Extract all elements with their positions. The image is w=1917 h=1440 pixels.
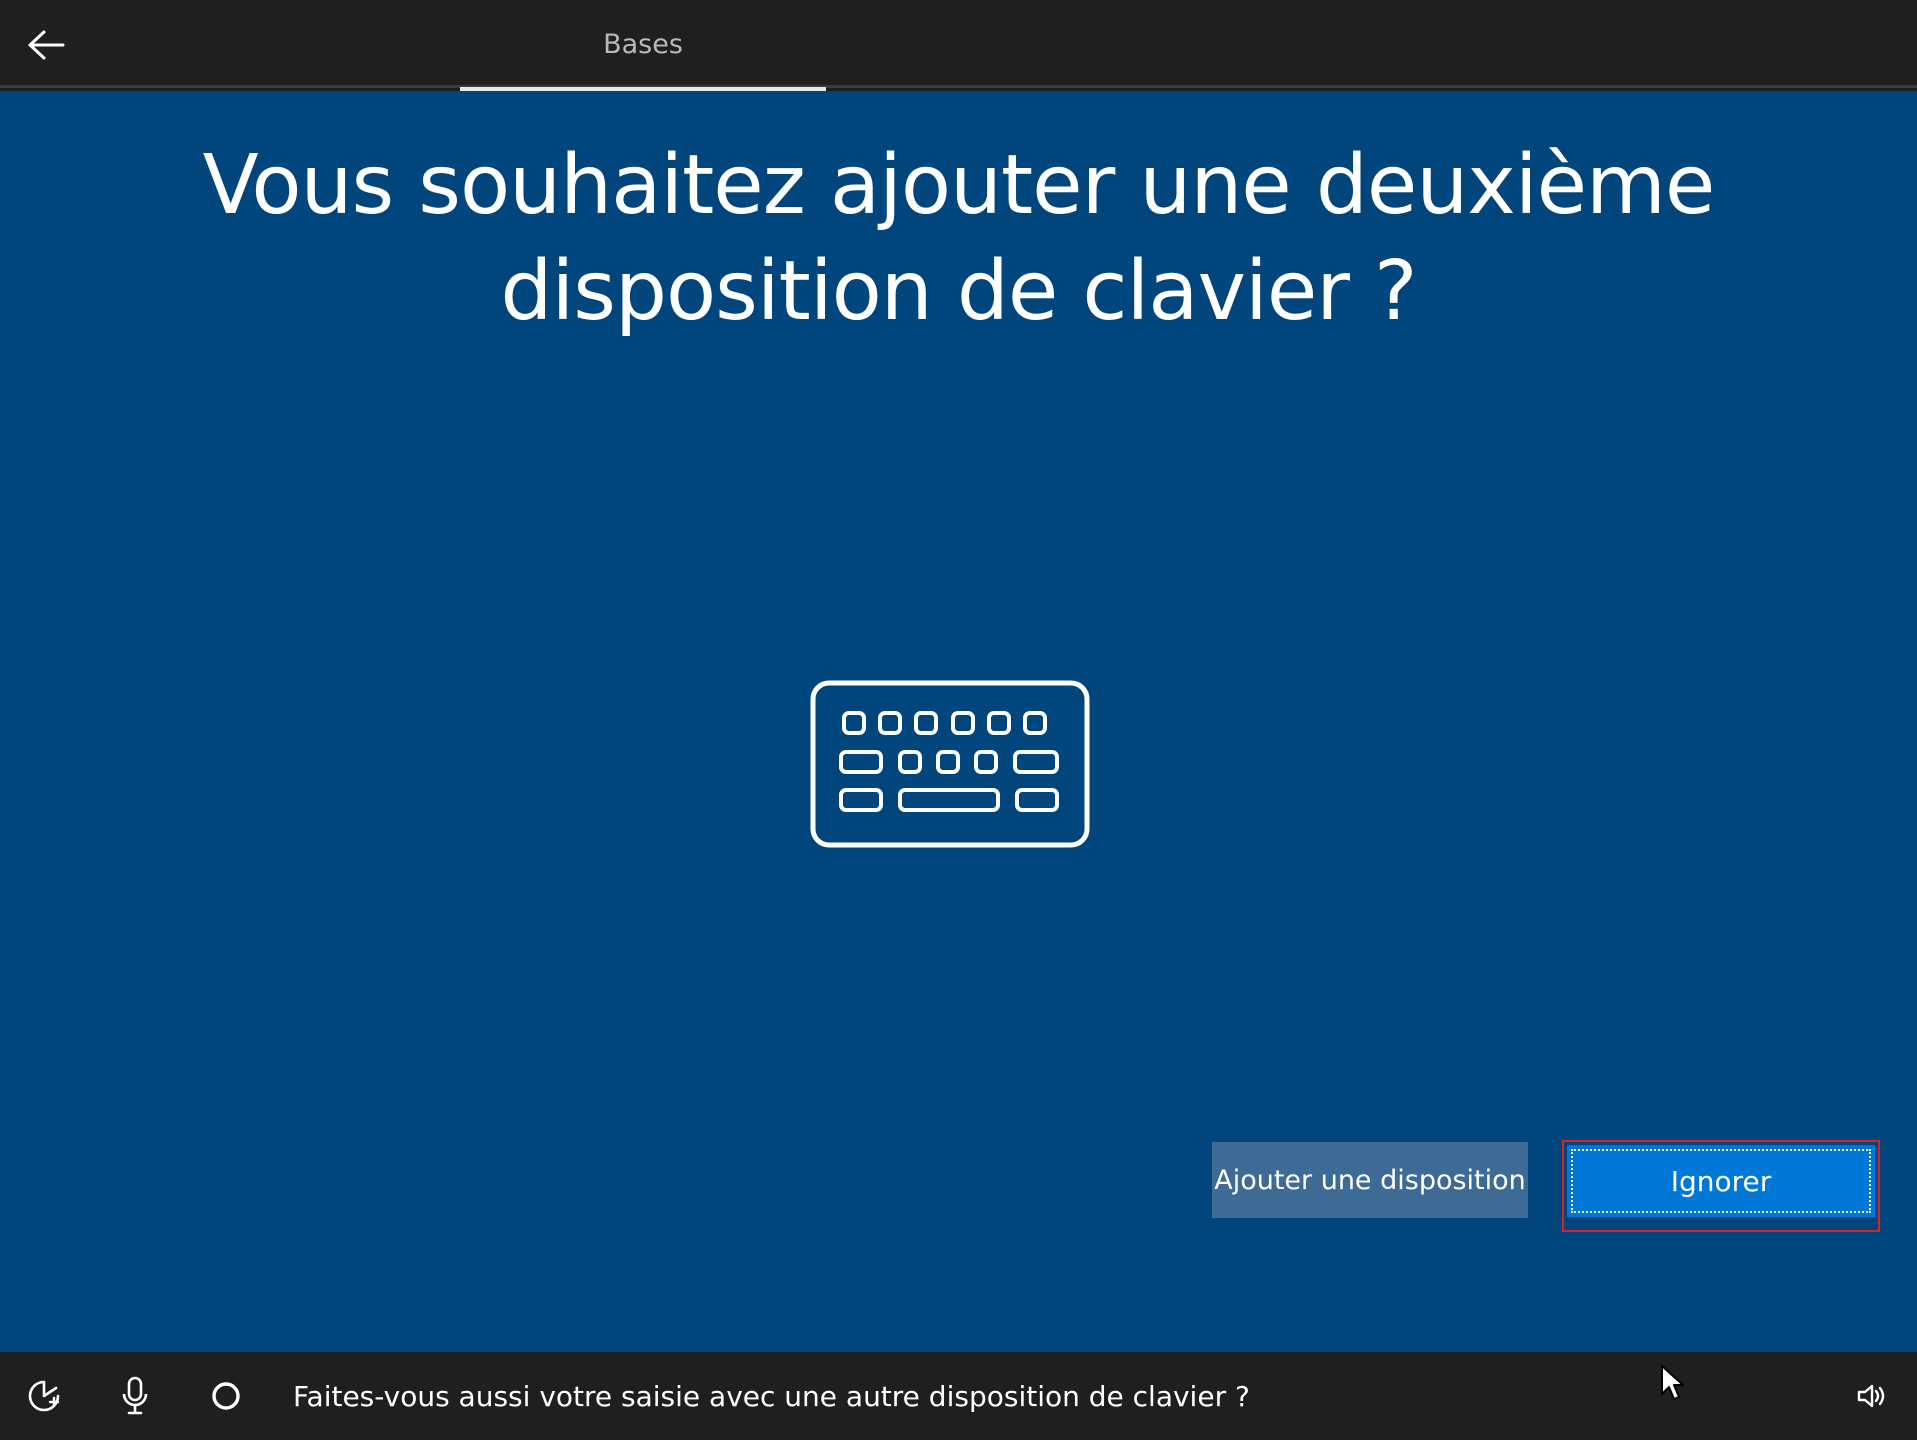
- page-title: Vous souhaitez ajouter une deuxième disp…: [202, 138, 1716, 339]
- narration-text: Faites-vous aussi votre saisie avec une …: [293, 1379, 1250, 1413]
- accessibility-icon: [28, 1380, 60, 1412]
- keyboard-icon: [810, 680, 1090, 848]
- accessibility-button[interactable]: [18, 1370, 70, 1422]
- microphone-icon: [122, 1376, 148, 1415]
- oobe-window: Bases Vous souhaitez ajouter une deuxièm…: [0, 0, 1917, 1440]
- cortana-circle-icon: [212, 1382, 240, 1410]
- microphone-button[interactable]: [109, 1370, 161, 1422]
- mouse-pointer-icon: [1661, 1365, 1684, 1400]
- skip-button[interactable]: Ignorer: [1567, 1145, 1875, 1217]
- arrow-left-icon: [28, 30, 65, 60]
- tab-bases[interactable]: Bases: [460, 0, 826, 88]
- top-bar: Bases: [0, 0, 1917, 92]
- volume-button[interactable]: [1846, 1370, 1898, 1422]
- volume-icon: [1857, 1384, 1885, 1408]
- add-layout-button[interactable]: Ajouter une disposition: [1212, 1142, 1528, 1218]
- bottom-bar: Faites-vous aussi votre saisie avec une …: [0, 1352, 1917, 1440]
- cortana-button[interactable]: [200, 1370, 252, 1422]
- back-button[interactable]: [18, 20, 74, 70]
